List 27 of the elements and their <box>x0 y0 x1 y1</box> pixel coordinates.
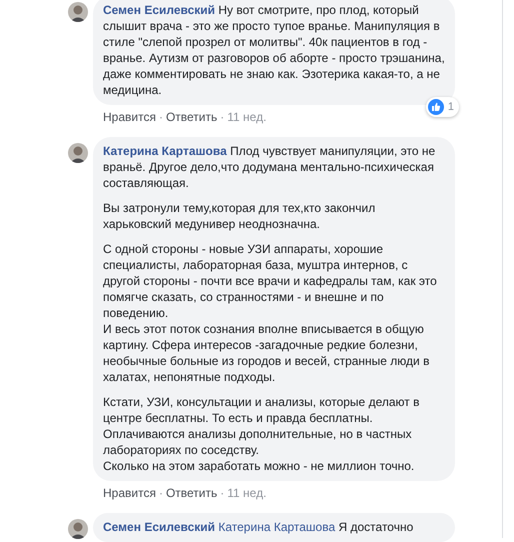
comment-text: Семен Есилевский Катерина Карташова Я достаточно <box>103 519 414 535</box>
comment-text: Сколько на этом заработать можно - не миллион точно. <box>103 458 416 474</box>
avatar[interactable] <box>68 143 88 163</box>
comment-text: Катерина Карташова Плод чувствует манипуляции, это не враньё. Другое дело,что додумана ментально-психическая составляющая. <box>103 143 436 191</box>
avatar[interactable] <box>68 519 88 539</box>
comment-text: Семен Есилевский Ну вот смотрите, про плод, который слышит врача - это же просто тупое вранье. Манипуляция в стиле "слепой прозрел от молитвы". 40к пациентов в год - вранье. Аутизм от разговоров об аборте - просто трэшанина, даже комментировать не знаю как. Эзотерика какая-то, а не медицина. <box>103 2 445 98</box>
author-link[interactable]: Катерина Карташова <box>103 144 227 158</box>
separator-dot: · <box>158 485 163 501</box>
comment-text: Вы затронули тему,которая для тех,кто закончил харьковский медунивер неоднозначна. <box>103 200 376 232</box>
timestamp: 11 нед. <box>227 485 266 501</box>
comment-text: И весь этот поток сознания вполне вписывается в общую картину. Сфера интересов -загадочные редкие болезни, необычные больные из городов и весей, странные люди в халатах, непонятные подходы. <box>103 321 430 385</box>
author-link[interactable]: Семен Есилевский <box>103 3 216 17</box>
comment-text: Кстати, УЗИ, консультации и анализы, которые делают в центре бесплатны. То есть и правда бесплатны. <box>103 394 420 426</box>
action-link[interactable]: Нравится <box>103 485 156 501</box>
action-link[interactable]: Нравится <box>103 109 156 125</box>
separator-dot: · <box>158 109 163 125</box>
separator-dot: · <box>220 485 224 501</box>
comment-text: С одной стороны - новые УЗИ аппараты, хорошие специалисты, лабораторная база, муштра интернов, с другой стороны - почти все врачи и кафедралы там, как это помягче сказать, со странностями - и внешне и по поведению. <box>103 241 438 321</box>
author-link[interactable]: Семен Есилевский <box>103 520 216 534</box>
like-icon <box>428 99 444 115</box>
action-link[interactable]: Ответить <box>166 109 218 125</box>
separator-dot: · <box>220 109 224 125</box>
mention-link[interactable]: Катерина Карташова <box>218 520 336 534</box>
action-link[interactable]: Ответить <box>166 485 218 501</box>
timestamp: 11 нед. <box>227 109 266 125</box>
comment-text: Оплачиваются анализы дополнительные, но в частных лабораториях по соседству. <box>103 426 413 458</box>
avatar[interactable] <box>68 2 88 22</box>
